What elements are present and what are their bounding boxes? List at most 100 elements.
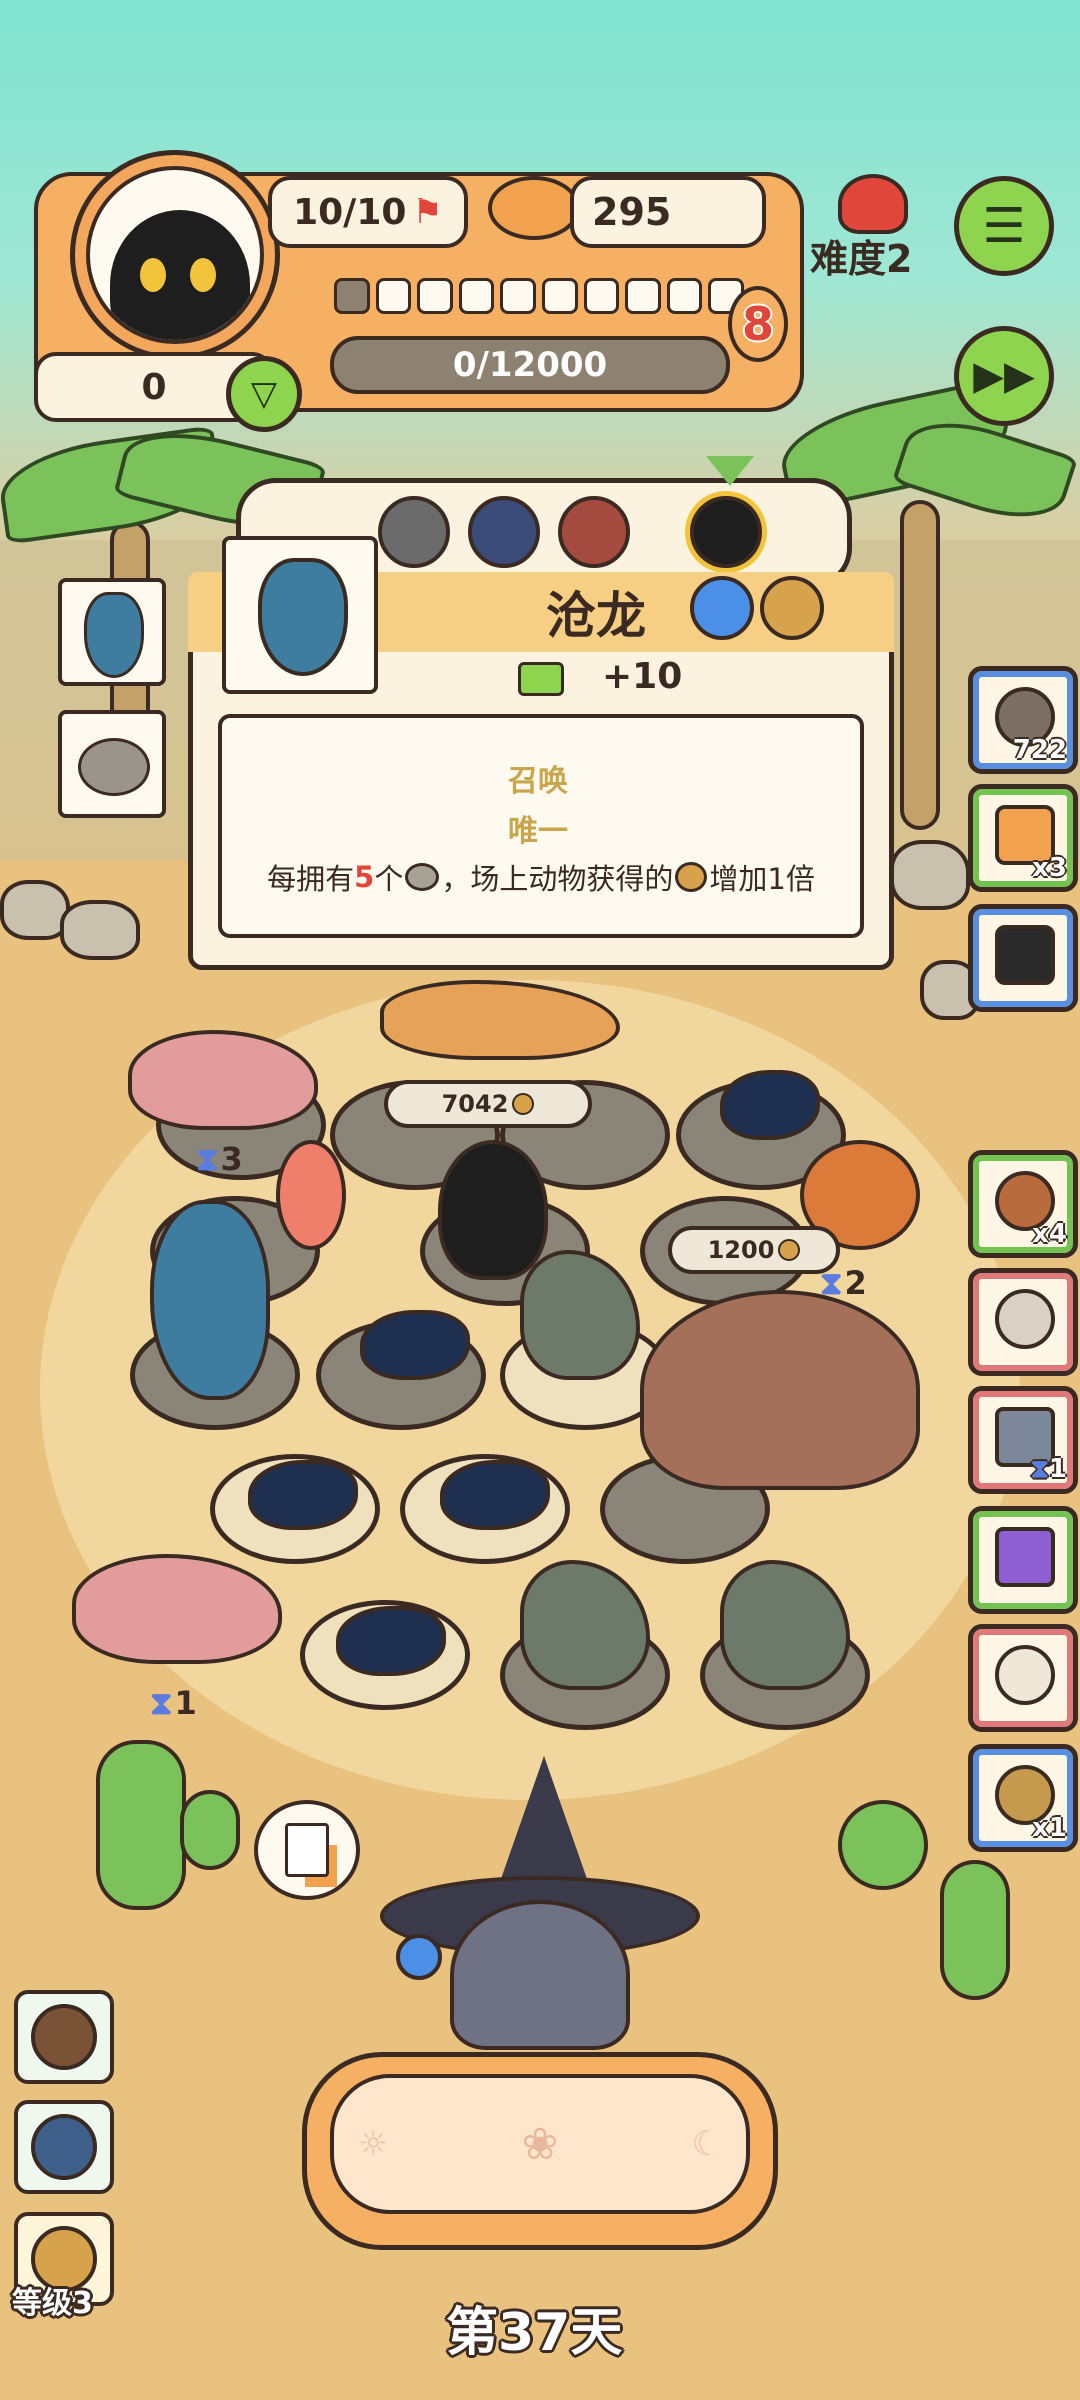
side-item-film-reel[interactable]: 722 [968, 666, 1078, 774]
mosasaur-card[interactable] [58, 578, 166, 686]
certificate-icon [285, 1823, 329, 1877]
stone-icon [405, 863, 440, 891]
hourglass-icon: ⧗ [1030, 1454, 1049, 1484]
reward-icon [518, 662, 564, 696]
progress-segment [541, 278, 578, 314]
rock [60, 900, 140, 960]
side-item-turtle[interactable]: x4 [968, 1150, 1078, 1258]
hourglass-icon: ⧗ [150, 1684, 173, 1722]
skeleton-icon [995, 1645, 1055, 1705]
side-item-skeleton[interactable] [968, 1624, 1078, 1732]
magpie[interactable] [336, 1606, 446, 1676]
stone-card[interactable] [58, 710, 166, 818]
reward-text: +10 [602, 656, 683, 697]
magpie[interactable] [360, 1310, 470, 1380]
progress-segment [375, 278, 412, 314]
paw-icon: ❀ [521, 2118, 559, 2170]
magpie[interactable] [440, 1460, 550, 1530]
side-item-count: ⧗1 [1031, 1454, 1067, 1485]
ability-button-1[interactable] [14, 1990, 114, 2084]
effect-middle: 个 [374, 862, 404, 896]
avatar[interactable] [86, 166, 264, 344]
fast-forward-icon: ▶▶ [973, 353, 1035, 399]
mosasaur[interactable] [150, 1200, 270, 1400]
population-text: 10/10 [293, 191, 407, 233]
progress-segment [500, 278, 536, 314]
selector-option[interactable] [378, 496, 450, 568]
flag-icon: ⚑ [412, 192, 443, 232]
day-action-button[interactable]: ☼ ❀ ☾ [330, 2074, 750, 2214]
magpie[interactable] [248, 1460, 358, 1530]
selected-arrow-icon [706, 456, 754, 486]
progress-segment [458, 278, 495, 314]
cat-eye [136, 254, 170, 296]
timer-text: 3 [220, 1140, 243, 1178]
coins-pill: 295 [570, 176, 766, 248]
side-item-bank-card[interactable] [968, 1506, 1078, 1614]
left-counter-text: 0 [141, 366, 167, 408]
effect-suffix: ，场上动物获得的 [441, 862, 674, 896]
ability-icon [31, 2004, 97, 2070]
selector-option-selected[interactable] [690, 496, 762, 568]
flower-icon [838, 174, 908, 234]
magpie[interactable] [720, 1070, 820, 1140]
desc-line1: 召唤 [508, 764, 568, 799]
paw-icon [512, 1093, 535, 1115]
cat-eye [186, 254, 220, 296]
price-tag: 7042 [384, 1080, 592, 1128]
timer-text: 2 [844, 1264, 867, 1302]
desc-effect: 每拥有 5 个 ，场上动物获得的 增加1倍 [238, 856, 844, 898]
side-item-ticket[interactable]: x3 [968, 784, 1078, 892]
black-cat[interactable] [438, 1140, 548, 1280]
progress-segment [625, 278, 661, 314]
side-item-count: 722 [1012, 735, 1067, 765]
fast-forward-button[interactable]: ▶▶ [954, 326, 1054, 426]
price-tag: 1200 [668, 1226, 840, 1274]
mosasaur-icon [258, 558, 348, 676]
heart-down-button[interactable]: ▽ [226, 356, 302, 432]
level-badge-text: 8 [741, 297, 774, 351]
menu-button[interactable]: ☰ [954, 176, 1054, 276]
price-text: 7042 [441, 1090, 509, 1118]
stone-icon [78, 738, 150, 796]
desc-line2: 唯一 [508, 814, 568, 849]
cactus [838, 1800, 928, 1890]
side-item-guitar-card[interactable]: ⧗1 [968, 1386, 1078, 1494]
coin-bowl-icon [488, 176, 580, 240]
difficulty-badge[interactable]: 难度2 [808, 168, 948, 281]
side-item-camera[interactable] [968, 904, 1078, 1012]
paw-icon [778, 1239, 801, 1261]
timer: ⧗2 [820, 1264, 867, 1303]
certificate-bubble[interactable] [254, 1800, 360, 1900]
hourglass-icon: ⧗ [820, 1264, 843, 1302]
progress-segments [334, 274, 744, 318]
brontosaurus[interactable] [640, 1290, 920, 1490]
selector-option[interactable] [468, 496, 540, 568]
bank-card-icon [995, 1527, 1055, 1587]
timer: ⧗3 [196, 1140, 243, 1179]
selector-option[interactable] [558, 496, 630, 568]
cactus [96, 1740, 186, 1910]
info-portrait [222, 536, 378, 694]
level-text: 等级3 [12, 2286, 93, 2321]
population-pill: 10/10 ⚑ [268, 176, 468, 248]
side-item-scissors[interactable] [968, 1268, 1078, 1376]
price-text: 1200 [707, 1236, 775, 1264]
side-item-count: x3 [1032, 853, 1067, 883]
progress-text: 0/12000 [452, 345, 608, 385]
ability-button-2[interactable] [14, 2100, 114, 2194]
side-item-magpie-nest[interactable]: x1 [968, 1744, 1078, 1852]
info-title: 沧龙 [546, 587, 646, 645]
cactus [940, 1860, 1010, 2000]
camera-icon [995, 925, 1055, 985]
effect-number: 5 [354, 860, 375, 894]
timer: ⧗1 [150, 1684, 197, 1723]
parrot[interactable] [276, 1140, 346, 1250]
paw-tag-icon [760, 576, 824, 640]
scissors-icon [995, 1289, 1055, 1349]
wizard-rabbit[interactable] [450, 1900, 630, 2050]
progress-bar: 0/12000 [330, 336, 730, 394]
cactus [180, 1790, 240, 1870]
progress-segment [334, 278, 370, 314]
level-badge: 8 [728, 286, 788, 362]
